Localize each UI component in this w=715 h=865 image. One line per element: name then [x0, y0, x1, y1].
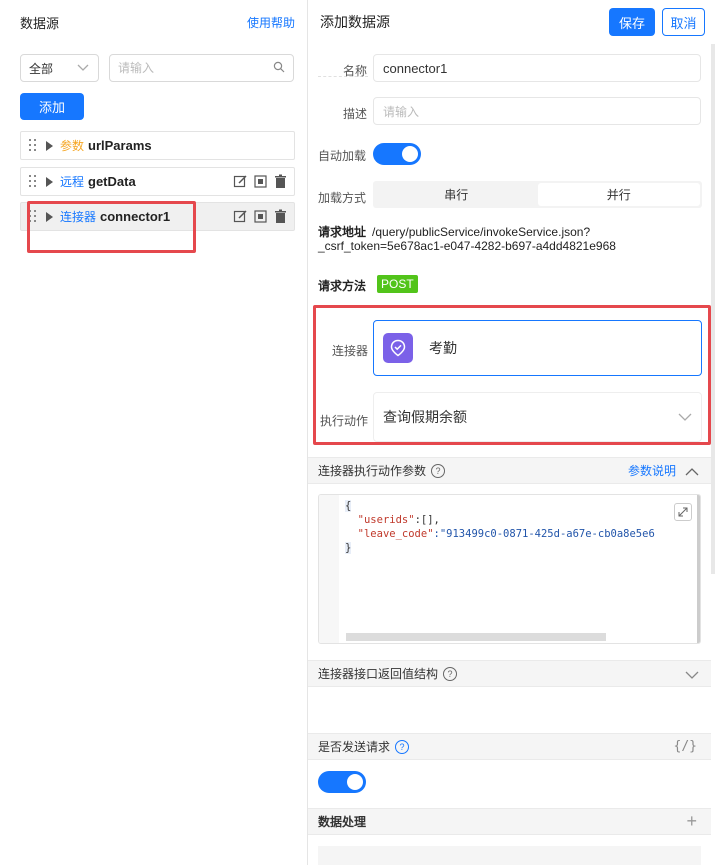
datasource-name: connector1: [100, 209, 171, 224]
datasource-actions: [233, 174, 288, 189]
datasource-panel: 数据源 使用帮助 全部 添加 参数 urlParams 远程 getData: [0, 0, 308, 865]
code-brace-close: }: [345, 542, 352, 554]
load-mode-label: 加载方式: [318, 191, 367, 205]
code-key-userids: "userids": [357, 514, 415, 526]
chevron-down-icon: [76, 61, 90, 75]
data-processing-label: 数据处理: [318, 815, 367, 829]
edit-icon[interactable]: [233, 209, 248, 224]
editor-title: 添加数据源: [320, 14, 390, 30]
action-label: 执行动作: [319, 414, 368, 428]
expand-icon[interactable]: [674, 503, 692, 521]
load-mode-serial[interactable]: 串行: [375, 183, 538, 206]
code-toggle-icon[interactable]: {/}: [674, 739, 697, 754]
datasource-name: urlParams: [88, 138, 152, 153]
search-input[interactable]: [118, 61, 273, 75]
type-filter-value: 全部: [29, 61, 54, 76]
datasource-actions: [233, 209, 288, 224]
drag-handle-icon[interactable]: [29, 138, 37, 153]
help-icon[interactable]: ?: [431, 463, 446, 478]
search-icon: [273, 61, 285, 76]
request-url-label: 请求地址: [318, 225, 367, 239]
code-gutter: [319, 495, 339, 643]
action-select[interactable]: 查询假期余额: [373, 392, 702, 442]
vertical-scrollbar[interactable]: [711, 44, 715, 574]
data-processing-header: 数据处理 +: [308, 808, 711, 835]
chevron-down-icon[interactable]: [685, 669, 699, 683]
attendance-icon: [383, 333, 413, 363]
help-link[interactable]: 使用帮助: [247, 14, 295, 31]
datasource-editor: 添加数据源 保存 取消 名称 描述 自动加载 加载方式 串行 并行 请求地址/q…: [308, 0, 715, 865]
code-vertical-scrollbar[interactable]: [697, 495, 700, 643]
edit-icon[interactable]: [233, 174, 248, 189]
datasource-type: 参数: [60, 139, 85, 153]
help-icon[interactable]: ?: [395, 739, 410, 754]
code-editor[interactable]: { "userids":[], "leave_code":"913499c0-0…: [318, 494, 701, 644]
connector-name: 考勤: [429, 340, 457, 356]
autoload-label: 自动加载: [318, 149, 367, 163]
chevron-down-icon: [678, 410, 692, 425]
add-datasource-button[interactable]: 添加: [20, 93, 84, 120]
datasource-header: 数据源 使用帮助: [0, 0, 307, 44]
name-label: 名称: [343, 64, 368, 78]
desc-input[interactable]: [383, 103, 691, 119]
request-method-label: 请求方法: [318, 279, 367, 293]
autoload-toggle[interactable]: [373, 143, 421, 165]
delete-icon[interactable]: [273, 209, 288, 224]
datasource-item-getdata[interactable]: 远程 getData: [20, 167, 295, 196]
copy-icon[interactable]: [253, 174, 268, 189]
action-value: 查询假期余额: [383, 409, 467, 425]
add-icon[interactable]: +: [686, 811, 697, 832]
load-mode-parallel[interactable]: 并行: [537, 183, 700, 206]
datasource-name: getData: [88, 174, 136, 189]
expand-arrow-icon[interactable]: [46, 211, 53, 222]
send-request-header: 是否发送请求 ? {/}: [308, 733, 711, 760]
datasource-type: 连接器: [60, 210, 97, 224]
filter-row: 全部: [20, 54, 294, 82]
code-val-leave-code: :"913499c0-0871-425d-a67e-cb0a8e5e6: [433, 528, 655, 540]
return-section-header[interactable]: 连接器接口返回值结构 ?: [308, 660, 711, 687]
desc-label: 描述: [343, 107, 368, 121]
code-brace-open: {: [345, 500, 352, 512]
params-section-title: 连接器执行动作参数: [318, 464, 427, 478]
connector-select[interactable]: 考勤: [373, 320, 702, 376]
delete-icon[interactable]: [273, 174, 288, 189]
code-content[interactable]: { "userids":[], "leave_code":"913499c0-0…: [345, 499, 655, 555]
send-request-toggle[interactable]: [318, 771, 366, 793]
search-box[interactable]: [109, 54, 294, 82]
desc-field[interactable]: [373, 97, 701, 125]
request-url: 请求地址/query/publicService/invokeService.j…: [318, 225, 708, 253]
chevron-up-icon[interactable]: [685, 465, 699, 479]
params-section-header[interactable]: 连接器执行动作参数 ? 参数说明: [308, 457, 711, 484]
horizontal-scrollbar[interactable]: [346, 633, 606, 641]
send-request-label: 是否发送请求: [318, 740, 391, 754]
code-key-leave-code: "leave_code": [357, 528, 434, 540]
connector-label: 连接器: [332, 344, 369, 358]
cancel-button[interactable]: 取消: [662, 8, 705, 36]
datasource-type: 远程: [60, 175, 85, 189]
name-field[interactable]: [373, 54, 701, 82]
drag-handle-icon[interactable]: [29, 174, 37, 189]
name-input[interactable]: [383, 60, 691, 76]
expand-arrow-icon[interactable]: [46, 140, 53, 151]
copy-icon[interactable]: [253, 209, 268, 224]
type-filter-select[interactable]: 全部: [20, 54, 99, 82]
help-icon[interactable]: ?: [443, 666, 458, 681]
code-val-userids: :[],: [414, 514, 440, 526]
data-processing-content: [318, 846, 701, 865]
return-section-title: 连接器接口返回值结构: [318, 667, 439, 681]
load-mode-segmented: 串行 并行: [373, 181, 702, 208]
drag-handle-icon[interactable]: [29, 209, 37, 224]
datasource-item-connector1[interactable]: 连接器 connector1: [20, 202, 295, 231]
save-button[interactable]: 保存: [609, 8, 655, 36]
expand-arrow-icon[interactable]: [46, 176, 53, 187]
request-method-badge: POST: [377, 275, 418, 293]
datasource-item-urlparams[interactable]: 参数 urlParams: [20, 131, 295, 160]
datasource-title: 数据源: [20, 15, 60, 31]
param-doc-link[interactable]: 参数说明: [628, 462, 676, 479]
